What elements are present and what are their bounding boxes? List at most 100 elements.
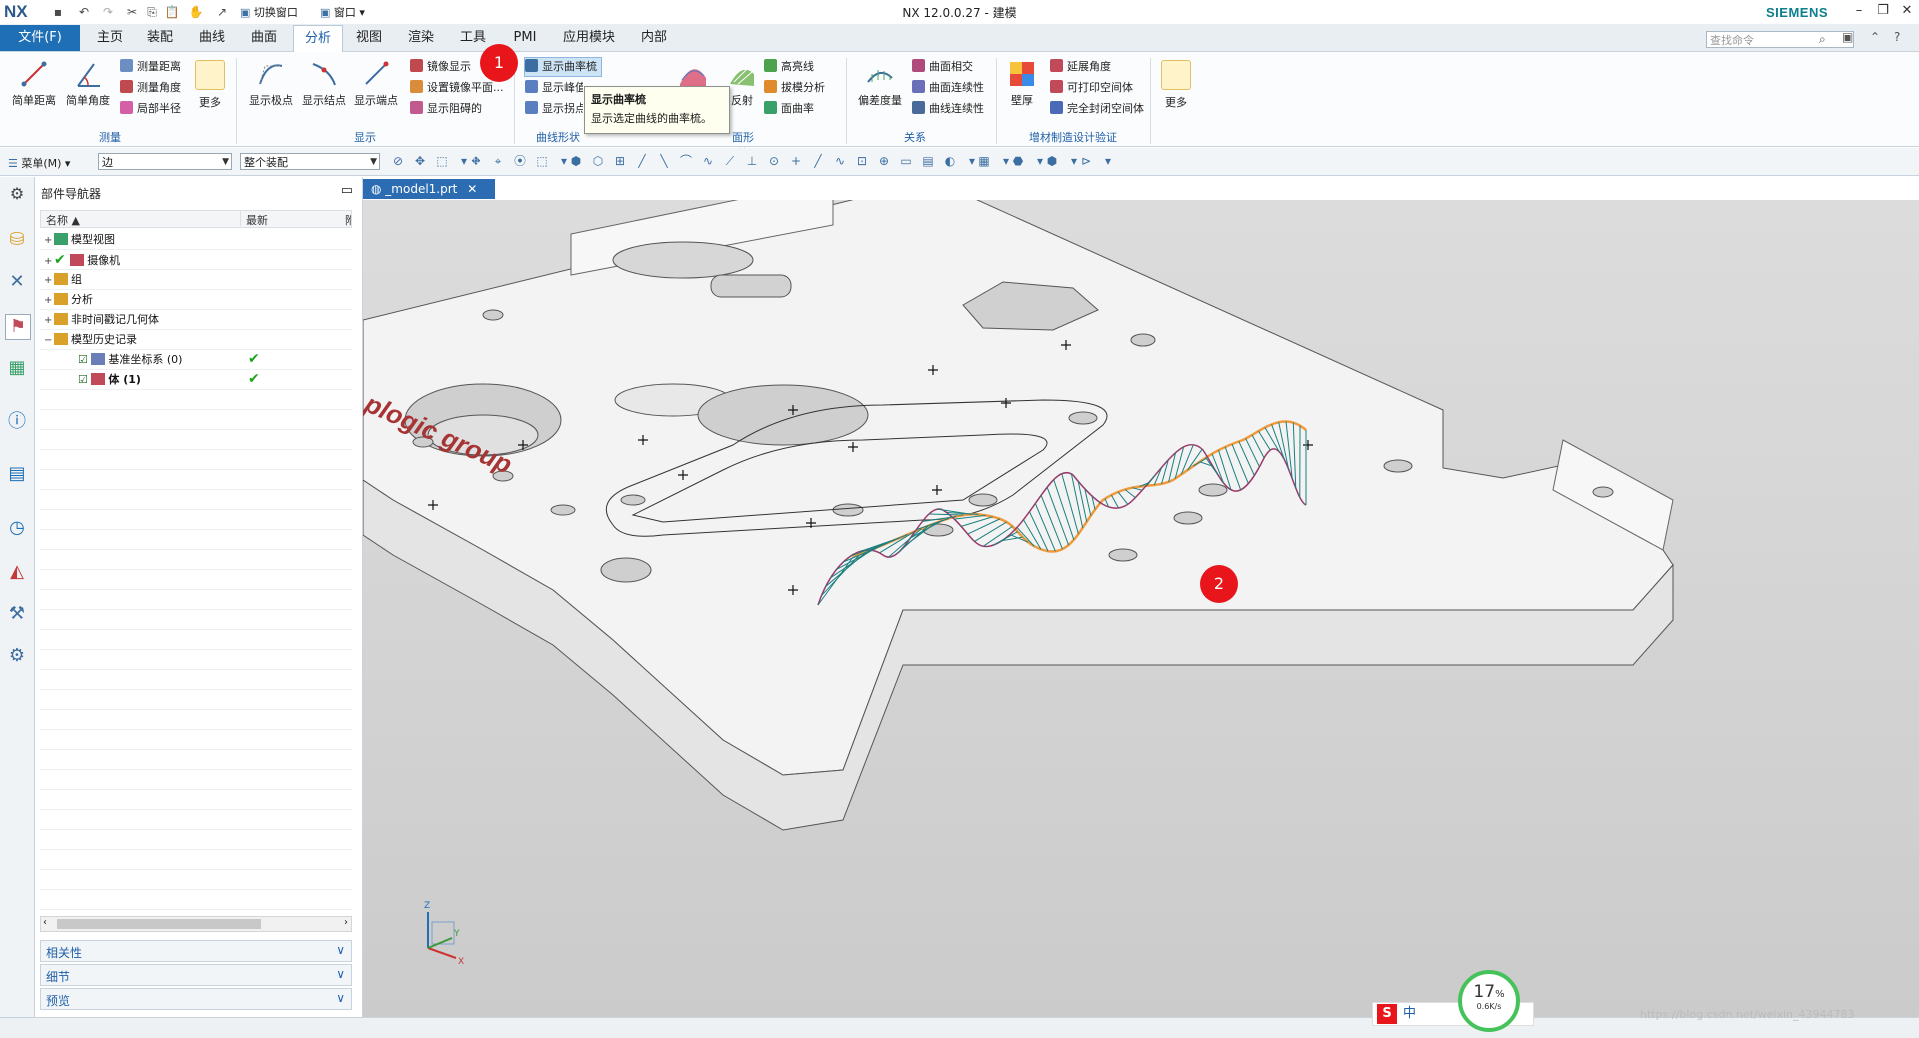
center-icon[interactable]: ⦿ xyxy=(512,154,528,168)
curve-icon[interactable]: ∿ xyxy=(700,154,716,168)
arc-icon[interactable]: ⌒ xyxy=(678,154,694,168)
info-icon[interactable]: ⓘ xyxy=(5,410,29,434)
column-latest[interactable]: 最新 xyxy=(246,212,268,228)
restore-button[interactable]: ❐ xyxy=(1872,3,1894,18)
show-obstruction-button[interactable]: 显示阻碍的 xyxy=(410,100,482,118)
assembly-navigator-icon[interactable]: ⛁ xyxy=(5,228,29,252)
tree-node[interactable]: +组 xyxy=(44,270,82,290)
measure-angle-button[interactable]: 测量角度 xyxy=(120,79,181,97)
draft-analysis-button[interactable]: 拔模分析 xyxy=(764,79,825,97)
column-extra[interactable]: 附 xyxy=(345,212,351,228)
close-tab-icon[interactable]: ✕ xyxy=(467,182,477,196)
show-endpoints-button[interactable]: 显示端点 xyxy=(350,60,402,108)
model-viewport[interactable]: plogic group xyxy=(363,200,1919,1017)
curve-continuity-button[interactable]: 曲线连续性 xyxy=(912,100,984,118)
show-inflection-button[interactable]: 显示拐点 xyxy=(525,100,583,118)
highlight-lines-button[interactable]: 高亮线 xyxy=(764,58,814,76)
panel-details[interactable]: 细节∨ xyxy=(40,964,352,986)
expand-icon[interactable]: + xyxy=(44,231,54,251)
tab-assembly[interactable]: 装配 xyxy=(138,25,182,51)
tab-analysis[interactable]: 分析 xyxy=(293,25,343,52)
ribbon-options-icon[interactable]: ▣ xyxy=(1842,30,1853,44)
tab-home[interactable]: 主页 xyxy=(88,25,132,51)
circle-icon[interactable]: ⊙ xyxy=(766,154,782,168)
history-feature[interactable]: ☑ 基准坐标系 (0) xyxy=(78,350,182,370)
view-icon[interactable]: ▤ xyxy=(920,154,936,168)
part-navigator-icon[interactable]: ⚑ xyxy=(5,314,31,340)
set-mirror-plane-button[interactable]: 设置镜像平面... xyxy=(410,79,504,97)
frame-icon[interactable]: ▭ xyxy=(898,154,914,168)
am-more-button[interactable]: 更多 xyxy=(1156,60,1196,110)
curve-icon[interactable]: ∿ xyxy=(832,154,848,168)
printable-void-button[interactable]: 可打印空间体 xyxy=(1050,79,1133,97)
wall-thickness-button[interactable]: 壁厚 xyxy=(1000,60,1044,108)
box-icon[interactable]: ⊡ xyxy=(854,154,870,168)
tab-application[interactable]: 应用模块 xyxy=(556,25,622,51)
expand-icon[interactable]: + xyxy=(44,291,54,311)
menu-button[interactable]: ☰ 菜单(M) ▾ xyxy=(8,155,70,171)
command-search-input[interactable]: 查找命令 xyxy=(1706,31,1854,48)
show-curvature-comb-button[interactable]: 显示曲率梳 xyxy=(524,57,602,77)
tab-render[interactable]: 渲染 xyxy=(400,25,442,51)
column-name[interactable]: 名称 ▲ xyxy=(46,212,80,228)
measure-distance-button[interactable]: 测量距离 xyxy=(120,58,181,76)
constraint-navigator-icon[interactable]: ✕ xyxy=(5,270,29,294)
maximize-panel-icon[interactable]: ▭ xyxy=(341,183,353,198)
reuse-library-icon[interactable]: ▦ xyxy=(5,356,29,380)
point-icon[interactable]: ⌖ xyxy=(490,154,506,168)
surface-continuity-button[interactable]: 曲面连续性 xyxy=(912,79,984,97)
filter-icon[interactable]: ⬚ xyxy=(434,154,450,168)
selection-scope-select[interactable]: 整个装配▼ xyxy=(240,153,380,170)
play-icon[interactable]: ⊳ xyxy=(1078,154,1094,168)
part-file-tab[interactable]: ◍ _model1.prt ✕ xyxy=(363,179,495,199)
line-icon[interactable]: ╱ xyxy=(810,154,826,168)
expand-icon[interactable]: + xyxy=(44,252,54,272)
feature-checkbox[interactable]: ☑ xyxy=(78,373,91,386)
palette-icon[interactable]: ◭ xyxy=(5,560,29,584)
search-icon[interactable]: ⌕ xyxy=(1819,32,1826,47)
tree-node[interactable]: −模型历史记录 xyxy=(44,330,137,350)
tab-internal[interactable]: 内部 xyxy=(632,25,676,51)
history-clock-icon[interactable]: ◷ xyxy=(5,516,29,540)
show-peak-button[interactable]: 显示峰值点 xyxy=(525,79,583,97)
face-icon[interactable]: ⬡ xyxy=(590,154,606,168)
scroll-left-icon[interactable]: ‹ xyxy=(43,917,47,928)
tab-pmi[interactable]: PMI xyxy=(505,25,545,51)
box-select-icon[interactable]: ⬚ xyxy=(534,154,550,168)
dropdown-icon[interactable]: ▾ xyxy=(1100,154,1116,168)
line-icon[interactable]: ╱ xyxy=(634,154,650,168)
history-feature[interactable]: ☑ 体 (1) xyxy=(78,370,141,390)
close-button[interactable]: ✕ xyxy=(1896,3,1918,18)
tree-node[interactable]: +分析 xyxy=(44,290,93,310)
collapse-ribbon-icon[interactable]: ⌃ xyxy=(1870,30,1880,44)
roles-icon[interactable]: ⚒ xyxy=(5,602,29,626)
panel-preview[interactable]: 预览∨ xyxy=(40,988,352,1010)
face-curvature-button[interactable]: 面曲率 xyxy=(764,100,814,118)
target-icon[interactable]: ⊕ xyxy=(876,154,892,168)
tab-view[interactable]: 视图 xyxy=(348,25,390,51)
tree-node[interactable]: +非时间戳记几何体 xyxy=(44,310,159,330)
visible-check-icon[interactable]: ✔ xyxy=(54,252,70,268)
tab-surface[interactable]: 曲面 xyxy=(242,25,286,51)
select-all-icon[interactable]: ⊘ xyxy=(390,154,406,168)
type-filter-select[interactable]: 边▼ xyxy=(98,153,232,170)
surface-intersection-button[interactable]: 曲面相交 xyxy=(912,58,973,76)
shade-icon[interactable]: ◐ xyxy=(942,154,958,168)
move-icon[interactable]: ✥ xyxy=(412,154,428,168)
local-radius-button[interactable]: 局部半径 xyxy=(120,100,181,118)
deviation-gauge-button[interactable]: 偏差度量 xyxy=(852,60,908,108)
process-studio-icon[interactable]: ⚙ xyxy=(5,644,29,668)
tree-row[interactable] xyxy=(40,270,352,290)
show-poles-button[interactable]: 显示极点 xyxy=(245,60,297,108)
cube-icon[interactable]: ⬢ xyxy=(1044,154,1060,168)
render-icon[interactable]: ⬣ xyxy=(1010,154,1026,168)
measure-more-button[interactable]: 更多 xyxy=(190,60,230,110)
mirror-display-button[interactable]: 镜像显示 xyxy=(410,58,471,76)
perpendicular-icon[interactable]: ⊥ xyxy=(744,154,760,168)
overhang-angle-button[interactable]: 延展角度 xyxy=(1050,58,1111,76)
line-icon[interactable]: ╲ xyxy=(656,154,672,168)
scroll-right-icon[interactable]: › xyxy=(344,917,348,928)
panel-dependencies[interactable]: 相关性∨ xyxy=(40,940,352,962)
file-tab[interactable]: 文件(F) xyxy=(0,25,80,51)
scrollbar-thumb[interactable] xyxy=(57,919,261,929)
